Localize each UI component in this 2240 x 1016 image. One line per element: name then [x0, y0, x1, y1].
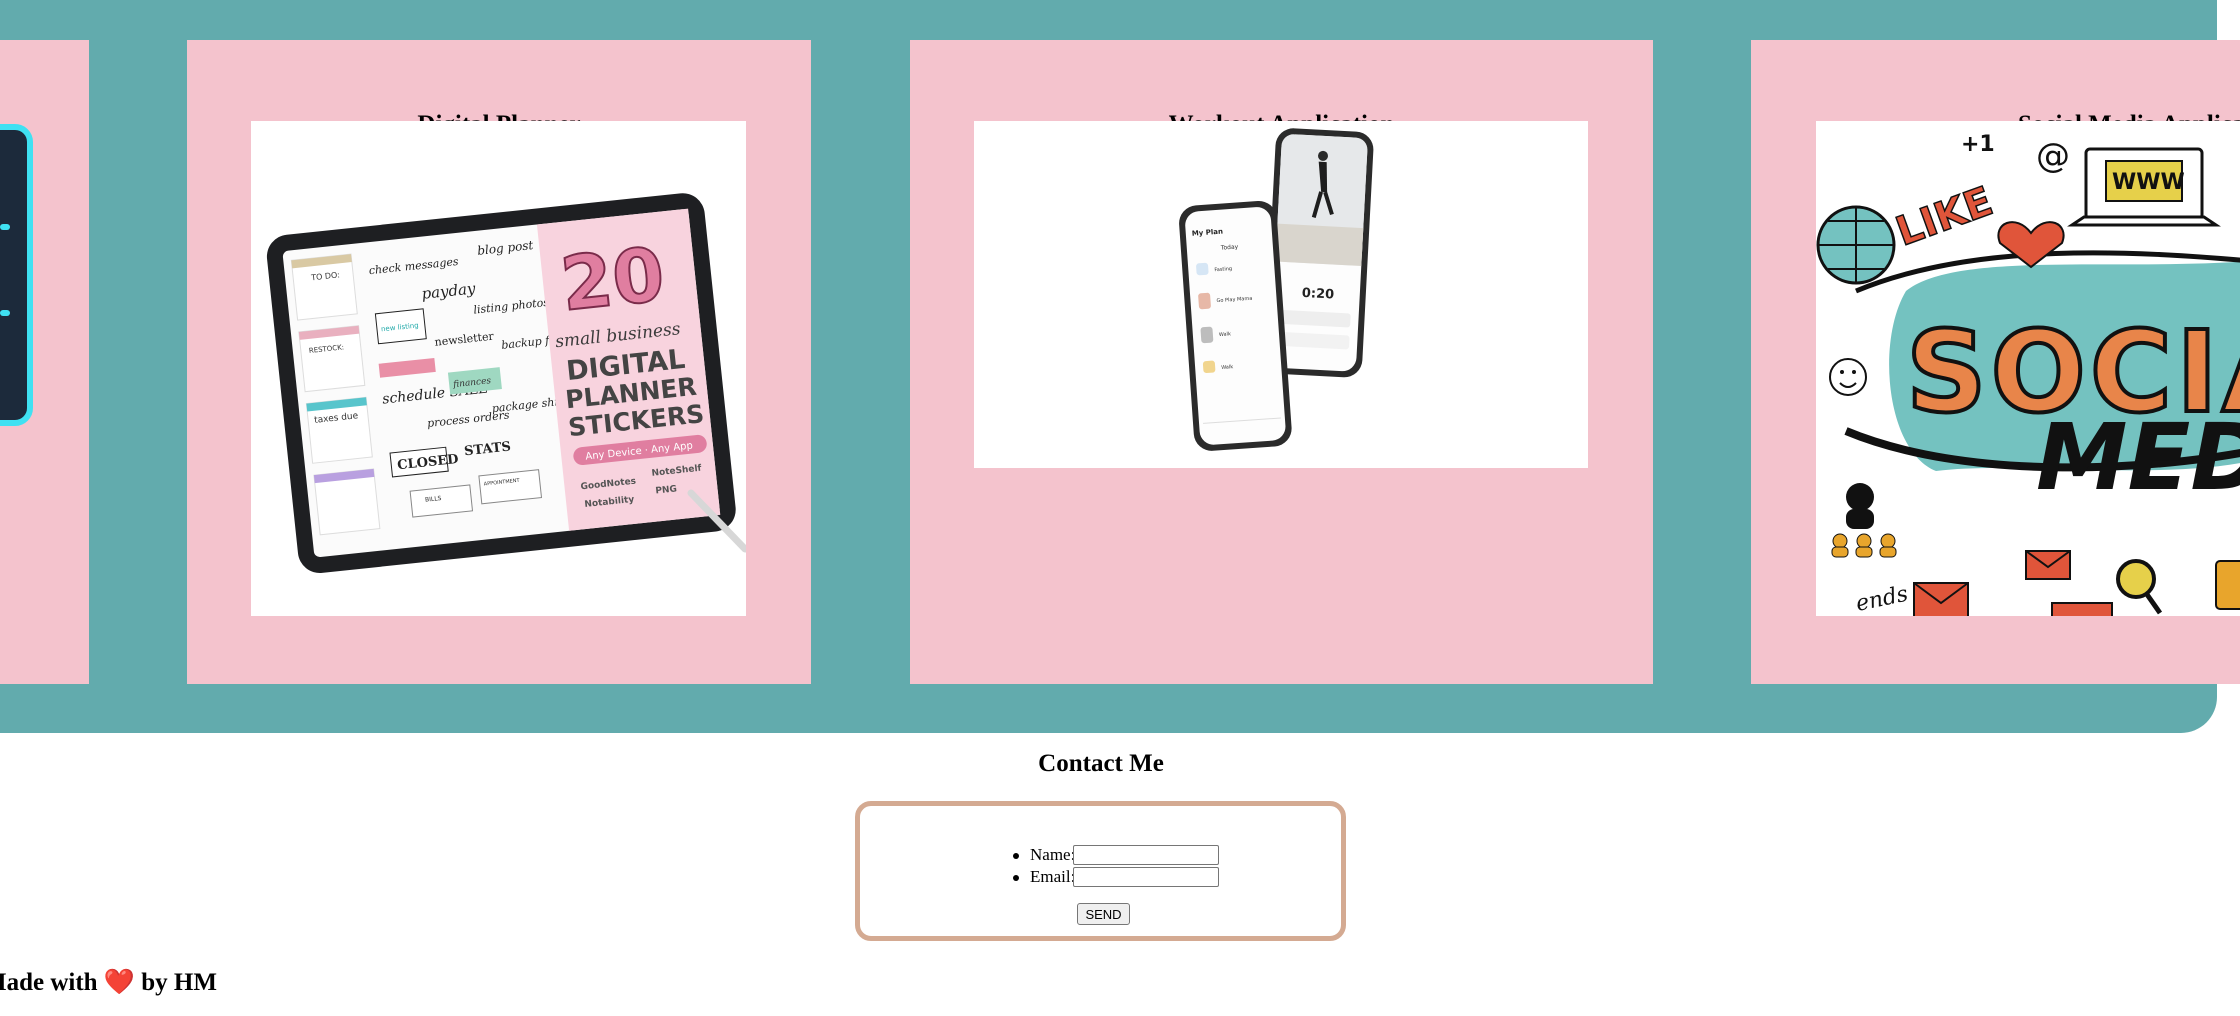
project-card-social-media[interactable]: Social Media Applicat SOCIA MED LIKE +1 …	[1751, 40, 2240, 684]
workout-app-image: 0:20 My Plan Today Fasting Go Play Mama …	[974, 121, 1588, 468]
tablet-dot	[0, 310, 10, 316]
digital-planner-image: TO DO: RESTOCK: taxes due check messages…	[251, 121, 746, 616]
name-row: Name:	[1010, 844, 1219, 866]
big-number: 20	[557, 232, 668, 328]
contact-title: Contact Me	[1038, 750, 1164, 777]
plan-item: Walk	[1219, 331, 1231, 338]
workout-timer: 0:20	[1301, 286, 1334, 303]
plan-item: Fasting	[1214, 266, 1232, 273]
project-card-previous[interactable]	[0, 40, 89, 684]
name-label: Name:	[1030, 845, 1076, 864]
footer-suffix: by HM	[141, 969, 217, 996]
email-label: Email:	[1030, 867, 1076, 886]
tablet-icon	[0, 124, 33, 426]
screen-subheading: Today	[1220, 244, 1239, 252]
contact-fields: Name: Email:	[1010, 844, 1219, 888]
plan-item: Walk	[1221, 364, 1233, 371]
social-word: LIKE	[1890, 178, 1998, 255]
email-row: Email:	[1010, 866, 1219, 888]
name-input[interactable]	[1073, 845, 1219, 865]
social-word: ends	[1854, 582, 1911, 616]
tablet-dot	[0, 224, 10, 230]
send-button[interactable]: SEND	[1077, 903, 1130, 925]
footer-credit: Made with ❤️ by HM	[0, 968, 217, 997]
social-media-image: SOCIA MED LIKE +1 @ WWW	[1816, 121, 2240, 616]
footer-prefix: Made with	[0, 969, 98, 996]
social-word: WWW	[2112, 170, 2185, 195]
project-card-workout-application[interactable]: Workout Application 0:20 My Plan	[910, 40, 1653, 684]
email-input[interactable]	[1073, 867, 1219, 887]
heart-icon: ❤️	[103, 969, 135, 996]
project-card-digital-planner[interactable]: Digital Planner TO DO: RESTOCK: taxes du…	[187, 40, 811, 684]
social-word: @	[2036, 136, 2070, 176]
social-word: MED	[2036, 404, 2240, 511]
contact-form: Name: Email: SEND	[855, 801, 1346, 941]
social-word: +1	[1961, 132, 1995, 157]
